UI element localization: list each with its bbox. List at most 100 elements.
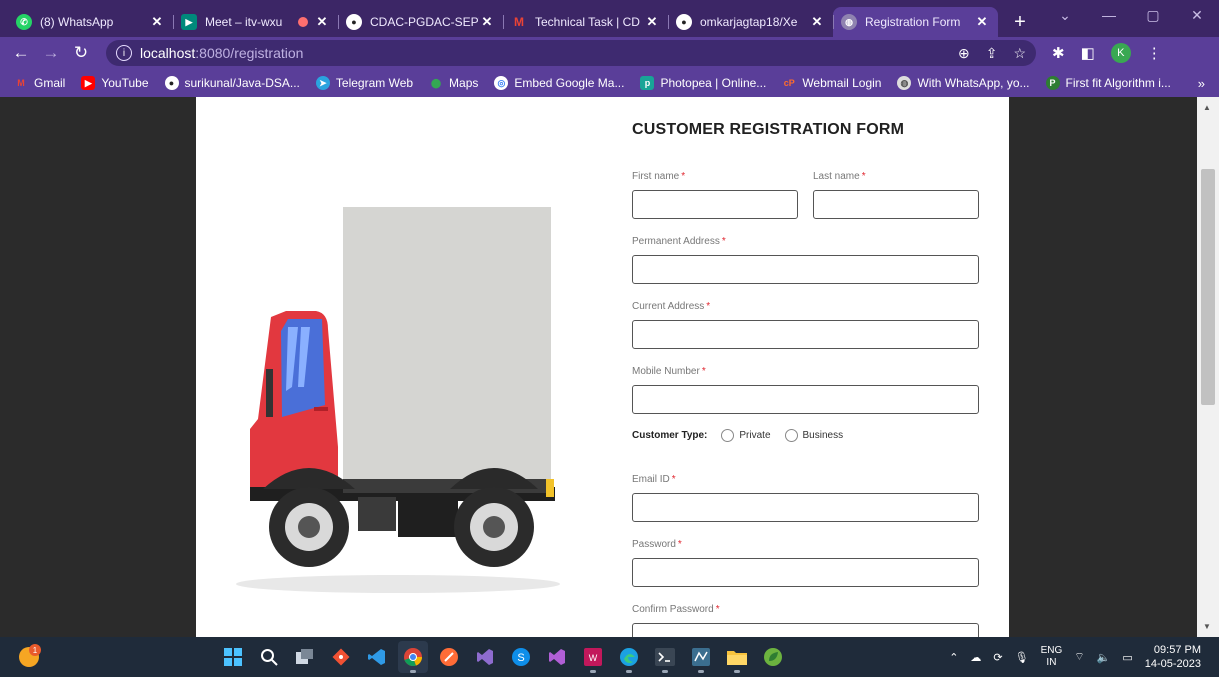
bookmark-youtube[interactable]: ▶ YouTube (81, 76, 149, 90)
close-icon[interactable]: ✕ (974, 14, 990, 30)
tab-technical-task[interactable]: M Technical Task | CD ✕ (503, 7, 668, 37)
bookmarks-bar: M Gmail ▶ YouTube ● surikunal/Java-DSA... ➤… (0, 69, 1219, 97)
embed-icon: ◎ (494, 76, 509, 90)
weather-widget-icon[interactable]: 1 (16, 643, 42, 669)
github-icon: ● (164, 76, 179, 90)
registration-card: CUSTOMER REGISTRATION FORM First name * L… (196, 97, 1009, 637)
system-tray: ⌃ ☁ ⟳ 🎙 ENG IN ⌔ 🔈 ▭ 09:57 PM 14-05-2023 (949, 637, 1201, 677)
new-tab-button[interactable]: + (1006, 7, 1034, 37)
bookmark-photopea[interactable]: p Photopea | Online... (640, 76, 766, 90)
radio-button[interactable] (721, 429, 735, 442)
github-icon: ● (676, 14, 692, 30)
visual-studio-icon[interactable] (470, 641, 500, 673)
edge-icon[interactable] (614, 641, 644, 673)
windows-start-icon[interactable] (218, 641, 248, 673)
tab-search-dropdown-icon[interactable]: ⌄ (1043, 0, 1087, 30)
tab-registration-form[interactable]: ◍ Registration Form ✕ (833, 7, 998, 37)
spring-tools-icon[interactable] (758, 641, 788, 673)
bookmark-embed-maps[interactable]: ◎ Embed Google Ma... (494, 76, 624, 90)
scroll-down-icon[interactable]: ▼ (1203, 622, 1211, 631)
mobile-number-input[interactable] (632, 385, 979, 414)
chrome-icon[interactable] (398, 641, 428, 673)
microphone-icon[interactable]: 🎙 (1015, 651, 1029, 664)
password-input[interactable] (632, 558, 979, 587)
bookmark-telegram[interactable]: ➤ Telegram Web (315, 76, 413, 90)
weather-badge: 1 (33, 646, 38, 655)
scrollbar-thumb[interactable] (1201, 169, 1215, 405)
customer-type-group: Customer Type: Private Business (632, 429, 857, 442)
windows-taskbar: 1 S W ⌃ ☁ ⟳ 🎙 ENG IN ⌔ 🔈 ▭ 09:57 PM 14-0… (0, 637, 1219, 677)
onedrive-icon[interactable]: ☁ (970, 651, 981, 664)
search-icon[interactable] (254, 641, 284, 673)
terminal-icon[interactable] (650, 641, 680, 673)
reload-icon[interactable]: ↻ (70, 43, 92, 63)
recording-icon (298, 17, 308, 27)
running-indicator (698, 670, 704, 673)
tab-meet[interactable]: ▶ Meet – itv-wxu ✕ (173, 7, 338, 37)
required-marker: * (706, 301, 711, 312)
close-icon[interactable]: ✕ (314, 14, 330, 30)
bookmark-whatsapp[interactable]: ◍ With WhatsApp, yo... (897, 76, 1030, 90)
bookmark-surikunal[interactable]: ● surikunal/Java-DSA... (164, 76, 300, 90)
input-language[interactable]: ENG IN (1041, 645, 1063, 669)
restore-button[interactable]: ▢ (1131, 0, 1175, 30)
git-icon[interactable] (326, 641, 356, 673)
mysql-workbench-icon[interactable] (686, 641, 716, 673)
tab-whatsapp[interactable]: ✆ (8) WhatsApp ✕ (8, 7, 173, 37)
scroll-up-icon[interactable]: ▲ (1203, 103, 1211, 112)
bookmark-label: With WhatsApp, yo... (917, 76, 1030, 90)
minimize-button[interactable]: — (1087, 0, 1131, 30)
bookmark-webmail[interactable]: cP Webmail Login (782, 76, 882, 90)
tab-omkarjagtap[interactable]: ● omkarjagtap18/Xe ✕ (668, 7, 833, 37)
task-view-icon[interactable] (290, 641, 320, 673)
page-viewport: CUSTOMER REGISTRATION FORM First name * L… (0, 97, 1219, 637)
cloud-sync-icon[interactable]: ⟳ (993, 651, 1002, 664)
visual-studio-purple-icon[interactable] (542, 641, 572, 673)
close-window-button[interactable]: ✕ (1175, 0, 1219, 30)
postman-icon[interactable] (434, 641, 464, 673)
zoom-icon[interactable]: ⊕ (958, 45, 970, 62)
label-text: Last name (813, 171, 860, 182)
address-bar[interactable]: i localhost:8080/registration ⊕ ⇪ ☆ (106, 40, 1036, 66)
confirm-password-input[interactable] (632, 623, 979, 637)
skype-icon[interactable]: S (506, 641, 536, 673)
last-name-input[interactable] (813, 190, 979, 219)
close-icon[interactable]: ✕ (644, 14, 660, 30)
back-icon[interactable]: ← (10, 43, 32, 63)
url-host: localhost (140, 45, 196, 61)
profile-avatar[interactable]: K (1110, 43, 1131, 63)
page-scrollbar[interactable]: ▲ ▼ (1197, 97, 1219, 637)
file-explorer-icon[interactable] (722, 641, 752, 673)
email-input[interactable] (632, 493, 979, 522)
side-panel-icon[interactable]: ◧ (1081, 44, 1095, 62)
bookmark-star-icon[interactable]: ☆ (1013, 45, 1026, 62)
volume-icon[interactable]: 🔈 (1097, 651, 1111, 664)
wamp-icon[interactable]: W (578, 641, 608, 673)
customer-type-private[interactable]: Private (721, 429, 771, 442)
close-icon[interactable]: ✕ (149, 14, 165, 30)
running-indicator (734, 670, 740, 673)
bookmarks-overflow-button[interactable]: » (1198, 76, 1205, 91)
current-address-input[interactable] (632, 320, 979, 349)
battery-icon[interactable]: ▭ (1122, 651, 1132, 664)
taskbar-clock[interactable]: 09:57 PM 14-05-2023 (1145, 643, 1201, 671)
extensions-icon[interactable]: ✱ (1052, 44, 1065, 62)
tab-cdac[interactable]: ● CDAC-PGDAC-SEPT ✕ (338, 7, 503, 37)
wifi-icon[interactable]: ⌔ (1074, 650, 1084, 664)
menu-kebab-icon[interactable]: ⋮ (1147, 44, 1162, 62)
permanent-address-input[interactable] (632, 255, 979, 284)
customer-type-business[interactable]: Business (784, 429, 843, 442)
forward-icon[interactable]: → (40, 43, 62, 63)
vscode-icon[interactable] (362, 641, 392, 673)
bookmark-first-fit[interactable]: P First fit Algorithm i... (1045, 76, 1171, 90)
mobile-number-label: Mobile Number * (632, 366, 706, 377)
tray-overflow-icon[interactable]: ⌃ (949, 651, 958, 664)
first-name-input[interactable] (632, 190, 798, 219)
radio-button[interactable] (784, 429, 798, 442)
close-icon[interactable]: ✕ (809, 14, 825, 30)
bookmark-maps[interactable]: ⬤ Maps (429, 76, 478, 90)
site-info-icon[interactable]: i (116, 45, 132, 61)
bookmark-gmail[interactable]: M Gmail (14, 76, 65, 90)
close-icon[interactable]: ✕ (479, 14, 495, 30)
share-icon[interactable]: ⇪ (986, 45, 998, 62)
